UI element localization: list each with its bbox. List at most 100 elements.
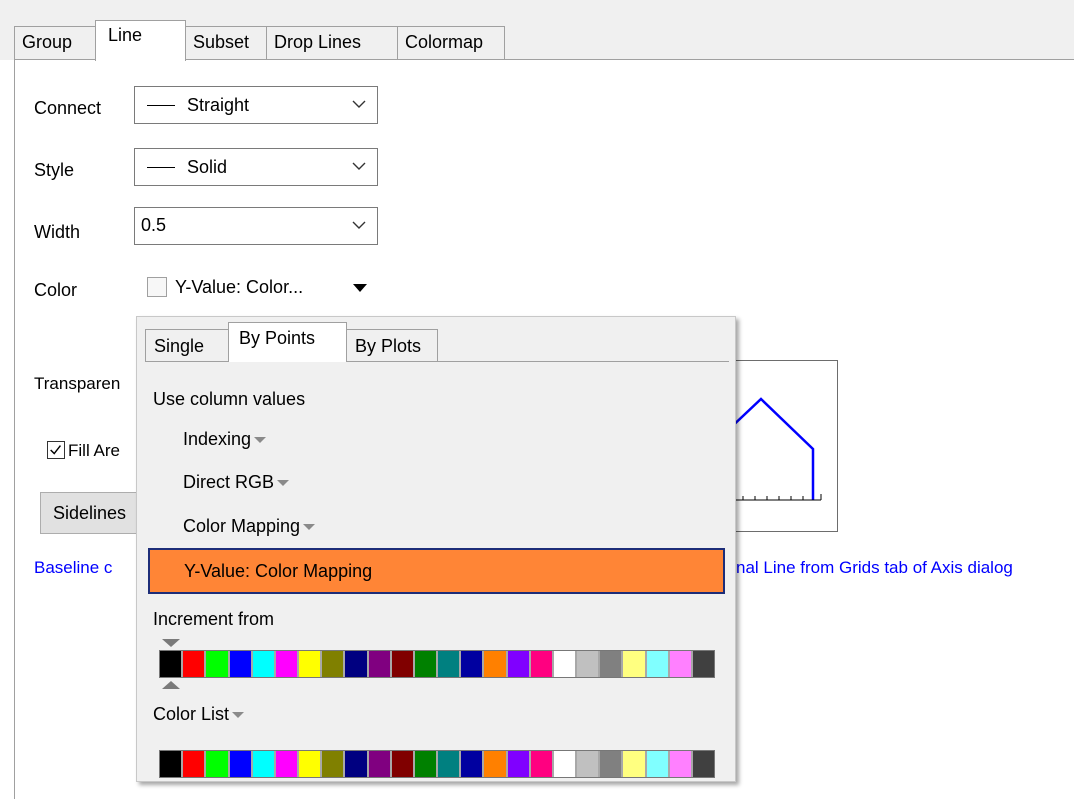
color-swatch[interactable] — [646, 751, 670, 777]
width-combo[interactable]: 0.5 — [134, 207, 378, 245]
color-swatch[interactable] — [507, 751, 531, 777]
menu-item-y-value-color-mapping[interactable]: Y-Value: Color Mapping — [148, 548, 725, 594]
color-swatch[interactable] — [299, 751, 323, 777]
baseline-link-right[interactable]: nal Line from Grids tab of Axis dialog — [736, 558, 1013, 578]
style-value: Solid — [187, 157, 228, 177]
tab-group[interactable]: Group — [14, 26, 96, 59]
color-swatch[interactable] — [345, 651, 369, 677]
menu-item-color-mapping[interactable]: Color Mapping — [183, 516, 316, 537]
color-swatch[interactable] — [183, 751, 207, 777]
color-swatch[interactable] — [577, 651, 601, 677]
submenu-arrow-icon — [277, 480, 290, 487]
color-swatch[interactable] — [438, 651, 462, 677]
chevron-down-icon — [352, 221, 366, 229]
chevron-down-icon — [352, 100, 366, 108]
color-swatch[interactable] — [252, 751, 276, 777]
tab-line[interactable]: Line — [95, 20, 186, 61]
color-swatch[interactable] — [414, 751, 439, 777]
color-swatch[interactable] — [553, 651, 578, 677]
color-list-label: Color List — [153, 704, 230, 724]
color-swatch[interactable] — [438, 751, 462, 777]
style-combo[interactable]: Solid — [134, 148, 378, 186]
color-swatch[interactable] — [669, 751, 693, 777]
line-sample-icon — [147, 105, 175, 106]
submenu-arrow-icon — [254, 437, 267, 444]
increment-color-strip[interactable] — [159, 650, 715, 678]
color-swatch[interactable] — [553, 751, 578, 777]
color-mapping-label: Color Mapping — [183, 516, 301, 536]
color-swatch[interactable] — [322, 751, 346, 777]
color-swatch[interactable] — [391, 751, 415, 777]
fill-area-label: Fill Are — [68, 441, 120, 460]
use-column-values-heading: Use column values — [153, 389, 306, 409]
color-swatch[interactable] — [391, 651, 415, 677]
popup-tab-single[interactable]: Single — [145, 329, 229, 361]
fill-area-checkbox[interactable] — [47, 441, 65, 459]
color-swatch[interactable] — [530, 751, 554, 777]
checkmark-icon — [50, 445, 62, 455]
color-swatch[interactable] — [530, 651, 554, 677]
baseline-link-left[interactable]: Baseline c — [34, 558, 112, 578]
color-swatch[interactable] — [160, 651, 184, 677]
direct-rgb-label: Direct RGB — [183, 472, 275, 492]
submenu-arrow-icon — [303, 524, 316, 531]
color-swatch[interactable] — [275, 751, 300, 777]
sidelines-button[interactable]: Sidelines — [40, 492, 150, 534]
color-swatch[interactable] — [484, 751, 508, 777]
color-swatch[interactable] — [345, 751, 369, 777]
color-swatch[interactable] — [368, 651, 392, 677]
color-popup: Single By Points By Plots Use column val… — [136, 316, 736, 782]
color-swatch[interactable] — [299, 651, 323, 677]
color-value: Y-Value: Color... — [175, 277, 304, 297]
popup-tab-by-points[interactable]: By Points — [228, 322, 347, 362]
tab-colormap[interactable]: Colormap — [397, 26, 505, 59]
color-swatch[interactable] — [229, 751, 253, 777]
color-swatch[interactable] — [600, 751, 624, 777]
transparency-label: Transparen — [34, 374, 121, 393]
color-swatch[interactable] — [692, 751, 715, 777]
menu-item-indexing[interactable]: Indexing — [183, 429, 267, 450]
increment-marker-bottom-icon — [162, 681, 180, 689]
color-swatch[interactable] — [183, 651, 207, 677]
color-swatch[interactable] — [206, 651, 230, 677]
color-swatch[interactable] — [692, 651, 715, 677]
color-swatch[interactable] — [252, 651, 276, 677]
color-swatch[interactable] — [669, 651, 693, 677]
color-swatch[interactable] — [368, 751, 392, 777]
color-swatch[interactable] — [206, 751, 230, 777]
color-swatch[interactable] — [623, 651, 647, 677]
sidelines-label: Sidelines — [53, 503, 127, 523]
menu-item-direct-rgb[interactable]: Direct RGB — [183, 472, 290, 493]
color-list-strip[interactable] — [159, 750, 715, 778]
increment-marker-top-icon — [162, 639, 180, 647]
color-swatch[interactable] — [414, 651, 439, 677]
tab-drop-lines[interactable]: Drop Lines — [266, 26, 398, 59]
color-swatch[interactable] — [577, 751, 601, 777]
color-swatch[interactable] — [229, 651, 253, 677]
connect-value: Straight — [187, 95, 250, 115]
width-value[interactable]: 0.5 — [141, 215, 166, 236]
width-label: Width — [34, 222, 81, 242]
color-swatch[interactable] — [461, 751, 485, 777]
line-preview — [724, 360, 838, 532]
color-dropdown-button[interactable]: Y-Value: Color... — [134, 266, 378, 306]
color-swatch[interactable] — [600, 651, 624, 677]
color-swatch[interactable] — [507, 651, 531, 677]
increment-from-label: Increment from — [153, 609, 275, 629]
color-swatch[interactable] — [461, 651, 485, 677]
tab-subset[interactable]: Subset — [185, 26, 267, 59]
color-list-dropdown[interactable]: Color List — [153, 704, 245, 725]
color-swatch[interactable] — [623, 751, 647, 777]
selected-item-label: Y-Value: Color Mapping — [184, 561, 373, 581]
color-swatch[interactable] — [160, 751, 184, 777]
color-swatch[interactable] — [646, 651, 670, 677]
popup-tab-by-plots[interactable]: By Plots — [346, 329, 438, 361]
color-swatch[interactable] — [275, 651, 300, 677]
color-swatch[interactable] — [322, 651, 346, 677]
connect-label: Connect — [34, 98, 102, 118]
color-swatch[interactable] — [484, 651, 508, 677]
connect-combo[interactable]: Straight — [134, 86, 378, 124]
preview-line — [724, 397, 815, 500]
chevron-down-icon — [352, 162, 366, 170]
dropdown-arrow-icon — [232, 712, 245, 719]
